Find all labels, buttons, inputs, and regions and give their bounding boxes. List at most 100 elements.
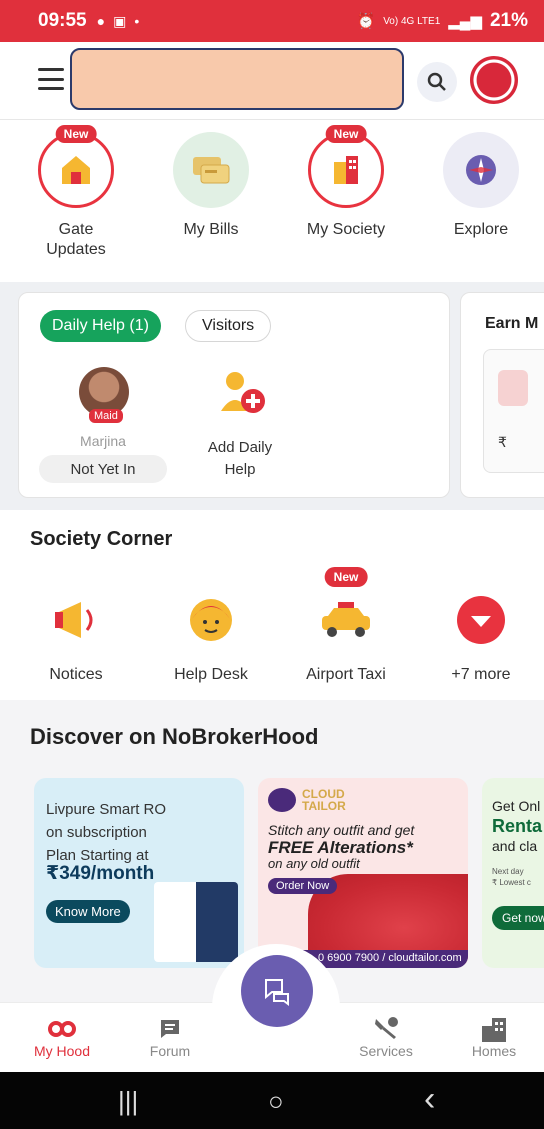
signal-icon: ▂▄▆ [448, 13, 482, 30]
order-now-button[interactable]: Order Now [268, 878, 338, 894]
building-icon [334, 156, 358, 184]
cloud-tailor-line1: Stitch any outfit and get [268, 822, 415, 838]
chat-fab-button[interactable] [241, 955, 313, 1027]
chevron-down-circle-icon [449, 588, 513, 652]
livpure-line2: on subscription [46, 824, 147, 841]
rental-banner[interactable]: Get Onl Renta and cla Next day ₹ Lowest … [482, 778, 544, 968]
explore-label: Explore [453, 221, 509, 238]
earn-card-inner: ₹ [483, 349, 544, 473]
search-icon [427, 72, 446, 91]
taxi-icon: New [314, 567, 378, 652]
nav-my-hood-label: My Hood [33, 1043, 91, 1059]
rental-line1: Get Onl [492, 798, 541, 814]
add-daily-help-line1: Add Daily [207, 439, 273, 456]
back-button[interactable]: ‹ [424, 1080, 435, 1119]
maid-tag: Maid [89, 409, 123, 423]
status-right-icons: ⏰ Vo) 4G LTE1 ▂▄▆ 21% [357, 10, 529, 32]
earn-card-title: Earn M [485, 315, 539, 332]
infinity-icon [20, 1015, 104, 1043]
society-corner-title: Society Corner [30, 528, 173, 550]
gate-updates-circle: New [38, 125, 114, 208]
know-more-button[interactable]: Know More [46, 900, 130, 923]
alarm-icon: ⏰ [356, 13, 376, 30]
rental-small1: Next day [492, 867, 524, 876]
nav-services[interactable]: Services [344, 1015, 428, 1059]
cloud-tailor-line3: on any old outfit [268, 856, 360, 871]
house-icon [62, 156, 90, 184]
nav-homes[interactable]: Homes [452, 1015, 536, 1059]
new-badge: New [325, 125, 367, 143]
notices-label: Notices [49, 666, 103, 683]
cloud-tailor-brand: CLOUD TAILOR [302, 788, 346, 812]
my-society-circle: New [308, 125, 384, 208]
help-desk-button[interactable]: Help Desk [156, 588, 266, 684]
hamburger-icon[interactable] [38, 68, 64, 90]
support-agent-icon [179, 588, 243, 652]
more-button[interactable]: +7 more [426, 588, 536, 684]
profile-avatar[interactable] [470, 56, 518, 104]
maid-status: Not Yet In [39, 455, 167, 483]
home-button[interactable]: ○ [268, 1086, 284, 1117]
nav-homes-label: Homes [471, 1043, 517, 1059]
notices-button[interactable]: Notices [21, 588, 131, 684]
tab-visitors[interactable]: Visitors [185, 310, 272, 342]
redacted-search-field[interactable] [70, 48, 404, 110]
nav-forum[interactable]: Forum [128, 1015, 212, 1059]
chat-icon [128, 1015, 212, 1043]
cloud-tailor-banner[interactable]: CLOUD TAILOR Stitch any outfit and get F… [258, 778, 468, 968]
new-badge: New [324, 567, 368, 587]
recents-button[interactable]: ||| [118, 1086, 138, 1117]
add-daily-help-line2: Help [224, 461, 256, 478]
bill-cards-icon [193, 157, 230, 184]
earn-card-amount: ₹ [498, 434, 507, 450]
megaphone-icon [44, 588, 108, 652]
top-bar [0, 42, 544, 120]
discover-title: Discover on NoBrokerHood [30, 724, 319, 749]
compass-icon [466, 155, 496, 185]
status-notification-icons: ● ▣ • [97, 13, 140, 30]
brand-line2: TAILOR [302, 799, 346, 813]
add-daily-help-label[interactable]: Add Daily Help [185, 437, 295, 481]
earn-card-icon [498, 370, 528, 406]
water-purifier-image [154, 882, 238, 962]
my-society-button[interactable]: New My Society [291, 125, 401, 240]
chat-swap-icon [265, 979, 289, 1006]
explore-circle [443, 132, 519, 208]
status-bar: 09:55 ● ▣ • ⏰ Vo) 4G LTE1 ▂▄▆ 21% [0, 0, 544, 42]
gate-updates-label: Gate Updates [46, 221, 106, 258]
nav-my-hood[interactable]: My Hood [20, 1015, 104, 1059]
daily-help-card: Daily Help (1) Visitors Maid Marjina Not… [18, 292, 450, 498]
add-daily-help-icon[interactable] [215, 367, 267, 417]
rental-line2: Renta [492, 816, 543, 836]
my-bills-label: My Bills [183, 221, 239, 238]
more-label: +7 more [451, 666, 511, 683]
status-time: 09:55 [38, 10, 87, 31]
rental-small-text: Next day ₹ Lowest c [492, 866, 531, 888]
livpure-price: ₹349/month [46, 863, 155, 884]
gate-updates-button[interactable]: New Gate Updates [21, 125, 131, 260]
notification-icon: ● [96, 13, 106, 29]
search-button[interactable] [417, 62, 457, 102]
my-bills-circle [173, 132, 249, 208]
nav-services-label: Services [359, 1043, 413, 1059]
battery-level: 21% [489, 10, 528, 31]
cloud-tailor-line2: FREE Alterations* [268, 838, 413, 857]
quick-actions: New Gate Updates My Bills New My Society… [0, 120, 544, 280]
earn-money-card[interactable]: Earn M ₹ [460, 292, 544, 498]
cloud-tailor-logo [268, 788, 296, 812]
airport-taxi-label: Airport Taxi [306, 666, 386, 683]
my-society-label: My Society [306, 221, 386, 238]
my-bills-button[interactable]: My Bills [156, 132, 266, 240]
new-badge: New [55, 125, 97, 143]
explore-button[interactable]: Explore [426, 132, 536, 240]
rental-line3: and cla [492, 838, 538, 854]
livpure-banner[interactable]: Livpure Smart RO on subscription Plan St… [34, 778, 244, 968]
livpure-line1: Livpure Smart RO [46, 801, 167, 818]
tab-daily-help[interactable]: Daily Help (1) [40, 310, 161, 342]
dot-icon: • [134, 13, 140, 29]
nav-forum-label: Forum [149, 1043, 191, 1059]
help-desk-label: Help Desk [174, 666, 248, 683]
airport-taxi-button[interactable]: New Airport Taxi [291, 567, 401, 684]
maid-name: Marjina [80, 433, 126, 449]
get-now-button[interactable]: Get now [492, 906, 544, 930]
